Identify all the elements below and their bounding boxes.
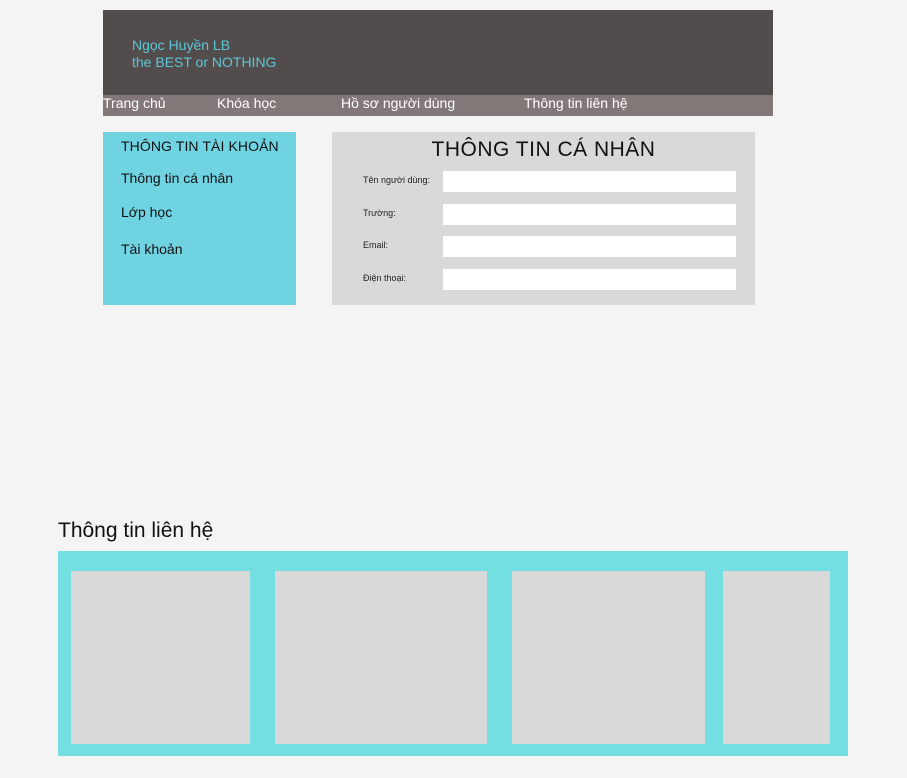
contact-card <box>512 571 705 744</box>
nav-item-courses[interactable]: Khóa học <box>217 95 276 112</box>
contact-band <box>58 551 848 756</box>
username-label: Tên người dùng: <box>363 175 430 185</box>
brand[interactable]: Ngọc Huyền LB the BEST or NOTHING <box>132 37 276 71</box>
phone-label: Điện thoại: <box>363 273 407 283</box>
nav-item-contact[interactable]: Thông tin liên hệ <box>524 95 628 112</box>
email-label: Email: <box>363 240 389 250</box>
email-field[interactable] <box>443 236 736 257</box>
form-row-school: Trường: <box>332 204 755 226</box>
contact-card <box>71 571 250 744</box>
nav-item-home[interactable]: Trang chủ <box>103 95 166 112</box>
sidebar-item-account[interactable]: Tài khoản <box>121 241 182 257</box>
contact-card <box>723 571 830 744</box>
username-field[interactable] <box>443 171 736 192</box>
school-field[interactable] <box>443 204 736 225</box>
personal-info-panel: THÔNG TIN CÁ NHÂN Tên người dùng: Trường… <box>332 132 755 305</box>
panel-title: THÔNG TIN CÁ NHÂN <box>431 138 656 161</box>
nav-item-user-profile[interactable]: Hồ sơ người dùng <box>341 95 455 112</box>
form-row-email: Email: <box>332 236 755 258</box>
brand-tagline: the BEST or NOTHING <box>132 54 277 70</box>
contact-section-title: Thông tin liên hệ <box>58 519 214 542</box>
main-nav: Trang chủ Khóa học Hồ sơ người dùng Thôn… <box>103 95 773 116</box>
brand-name: Ngọc Huyền LB <box>132 37 231 53</box>
site-header: Ngọc Huyền LB the BEST or NOTHING <box>103 10 773 95</box>
sidebar-item-classes[interactable]: Lớp học <box>121 204 172 220</box>
sidebar-item-personal-info[interactable]: Thông tin cá nhân <box>121 170 233 186</box>
account-sidebar: THÔNG TIN TÀI KHOẢN Thông tin cá nhân Lớ… <box>103 132 296 305</box>
school-label: Trường: <box>363 208 396 218</box>
phone-field[interactable] <box>443 269 736 290</box>
sidebar-heading: THÔNG TIN TÀI KHOẢN <box>121 138 279 154</box>
form-row-username: Tên người dùng: <box>332 171 755 193</box>
form-row-phone: Điện thoại: <box>332 269 755 291</box>
contact-card <box>275 571 487 744</box>
